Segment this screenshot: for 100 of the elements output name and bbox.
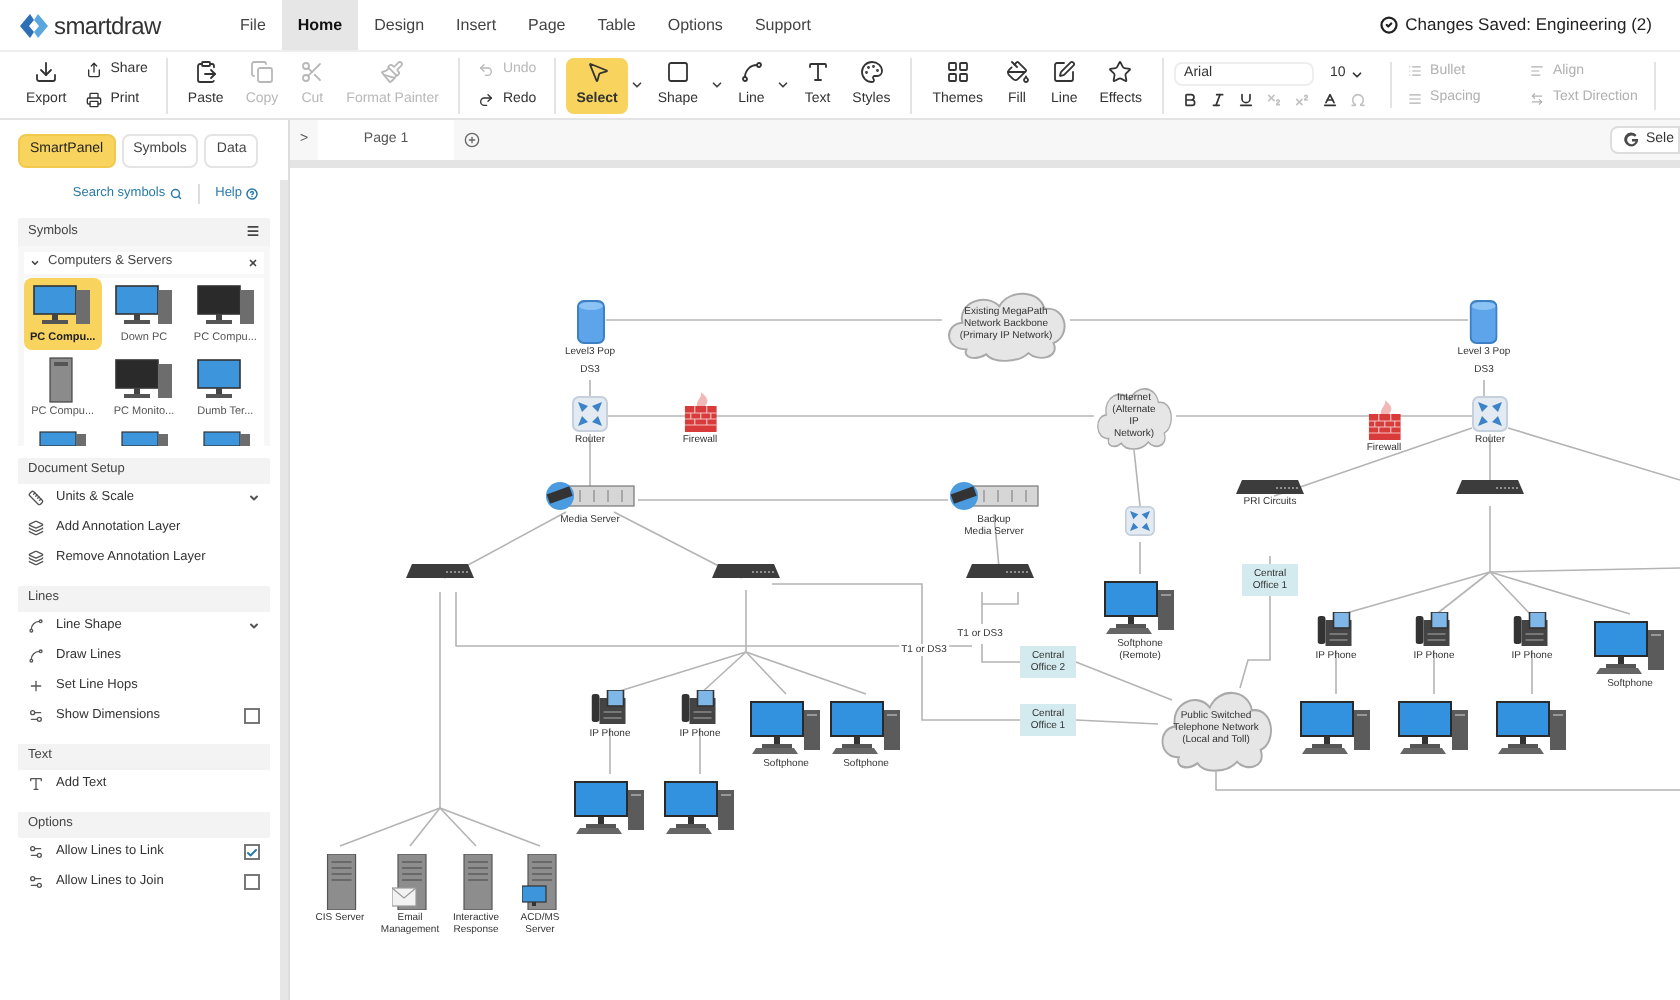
caret-icon xyxy=(30,257,40,268)
italic-icon[interactable] xyxy=(1210,92,1227,108)
monitor-icon xyxy=(201,429,250,446)
undo-icon xyxy=(478,62,495,78)
share-icon xyxy=(86,62,103,78)
checkbox[interactable] xyxy=(244,708,260,725)
computer-icon xyxy=(1594,620,1666,676)
computer-icon xyxy=(1300,700,1372,756)
grid-icon xyxy=(945,59,970,84)
caret-icon xyxy=(1349,67,1364,81)
menu-tab[interactable]: Options xyxy=(651,0,739,50)
align-icon xyxy=(1530,64,1545,79)
firewall-icon xyxy=(1368,400,1400,440)
font-color-icon[interactable] xyxy=(1322,92,1339,108)
text-icon xyxy=(28,776,44,793)
mail-server-icon xyxy=(392,854,428,910)
line-hop-icon xyxy=(28,678,44,695)
connector-line xyxy=(1075,661,1173,701)
switch-icon xyxy=(1456,480,1524,494)
connector-line xyxy=(1269,555,1271,567)
menu-tab[interactable]: Page xyxy=(512,0,582,50)
copy-icon xyxy=(250,59,274,84)
connector-line xyxy=(1335,649,1337,695)
menu-tab[interactable]: Support xyxy=(738,0,827,50)
connector-line xyxy=(1139,541,1141,575)
database-icon xyxy=(1470,300,1498,344)
connector-line xyxy=(1433,649,1435,695)
connector-line xyxy=(1483,379,1485,399)
logo-icon xyxy=(20,13,48,37)
save-status: Changes Saved: Engineering (2) xyxy=(1405,12,1652,38)
router-icon xyxy=(1125,504,1155,538)
connector-line xyxy=(699,727,701,775)
ruler-icon xyxy=(28,490,44,507)
switch-icon xyxy=(966,564,1034,578)
rack-server-icon xyxy=(544,480,636,512)
close-icon[interactable] xyxy=(248,257,258,268)
star-icon xyxy=(1108,59,1133,84)
line-shape-icon xyxy=(28,618,44,635)
underline-icon[interactable] xyxy=(1238,92,1255,108)
phone-icon xyxy=(1416,612,1452,648)
computer-icon xyxy=(113,355,174,404)
server-icon xyxy=(458,854,494,910)
caret-icon xyxy=(248,620,260,633)
palette-icon xyxy=(859,59,884,84)
gears-icon xyxy=(28,844,44,861)
computer-icon xyxy=(1104,580,1176,636)
computer-icon xyxy=(195,281,256,330)
phone-icon xyxy=(592,690,628,726)
scrollbar[interactable] xyxy=(280,180,288,1000)
server-icon xyxy=(322,854,358,910)
connector-line xyxy=(589,379,591,399)
computer-icon xyxy=(113,281,174,330)
check-circle-icon xyxy=(1379,16,1398,34)
menu-tab[interactable]: Design xyxy=(358,0,441,50)
spacing-icon xyxy=(1408,91,1423,106)
paint-bucket-icon xyxy=(1005,59,1030,84)
caret-icon[interactable] xyxy=(710,78,725,92)
g-logo-icon xyxy=(1623,132,1640,148)
add-page-icon[interactable] xyxy=(464,132,480,148)
caret-icon xyxy=(248,492,260,505)
connector-line xyxy=(609,727,611,775)
monitor-icon xyxy=(119,429,168,446)
gears-icon xyxy=(28,874,44,891)
menu-tab[interactable]: File xyxy=(224,0,282,50)
connector-line xyxy=(589,433,591,491)
connector-line xyxy=(1133,449,1141,507)
switch-icon xyxy=(712,564,780,578)
router-icon xyxy=(572,396,608,432)
monitor-icon xyxy=(38,429,87,446)
menu-tab[interactable]: Table xyxy=(581,0,652,50)
text-icon xyxy=(805,59,830,84)
menu-tab[interactable]: Insert xyxy=(440,0,513,50)
pointer-icon xyxy=(585,59,610,84)
database-icon xyxy=(576,300,604,344)
menu-tab[interactable]: Home xyxy=(281,0,359,50)
caret-icon[interactable] xyxy=(629,78,644,92)
draw-line-icon xyxy=(28,648,44,665)
switch-icon xyxy=(406,564,474,578)
checkbox[interactable] xyxy=(244,844,260,861)
printer-icon xyxy=(86,92,103,108)
switch-icon xyxy=(1236,480,1304,494)
phone-icon xyxy=(1318,612,1354,648)
computer-icon xyxy=(664,780,736,836)
scissors-icon xyxy=(300,59,325,84)
rack-server-icon xyxy=(948,480,1040,512)
gears-icon xyxy=(28,708,44,725)
help-icon xyxy=(246,187,258,200)
checkbox[interactable] xyxy=(244,874,260,891)
menu-icon[interactable] xyxy=(246,224,260,239)
paintbrush-icon xyxy=(380,59,405,84)
bold-icon[interactable] xyxy=(1182,92,1199,108)
text-direction-icon xyxy=(1530,91,1545,106)
caret-icon[interactable] xyxy=(776,78,791,92)
search-icon xyxy=(169,187,182,200)
computer-icon xyxy=(32,281,93,330)
computer-icon xyxy=(1398,700,1470,756)
square-icon xyxy=(665,59,690,84)
pen-icon xyxy=(1052,59,1077,84)
clipboard-icon xyxy=(193,59,218,84)
layers-icon xyxy=(28,550,44,567)
